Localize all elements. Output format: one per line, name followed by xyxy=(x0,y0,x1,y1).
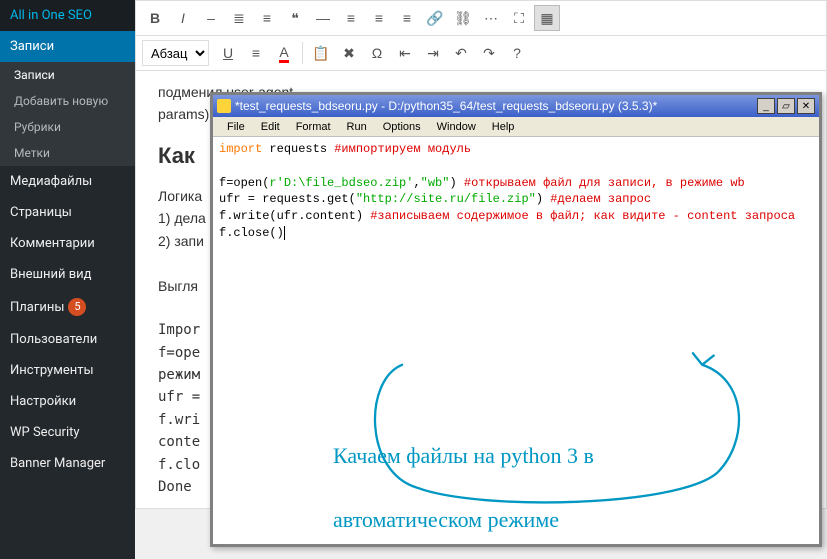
menu-help[interactable]: Help xyxy=(484,121,523,133)
paste-text-icon: 📋 xyxy=(312,45,329,62)
menu-edit[interactable]: Edit xyxy=(253,121,288,133)
sidebar-item-media[interactable]: Медиафайлы xyxy=(0,166,135,197)
undo-icon: ↶ xyxy=(455,45,467,62)
italic-button[interactable]: I xyxy=(170,5,196,31)
sidebar-item-banner[interactable]: Banner Manager xyxy=(0,448,135,479)
link-button[interactable]: 🔗 xyxy=(422,5,448,31)
text-color-icon: A xyxy=(279,44,288,63)
close-button[interactable]: ✕ xyxy=(797,98,815,114)
sidebar-item-pages[interactable]: Страницы xyxy=(0,197,135,228)
sidebar-item-settings[interactable]: Настройки xyxy=(0,386,135,417)
hr-button[interactable]: — xyxy=(310,5,336,31)
align-right-icon: ≡ xyxy=(403,10,411,26)
underline-button[interactable]: U xyxy=(215,40,241,66)
bold-button[interactable]: B xyxy=(142,5,168,31)
annotation-text-2: автоматическом режиме xyxy=(333,505,594,536)
toolbar-row-1: B I ‒ ≣ ≡ ❝ — ≡ ≡ ≡ 🔗 ⛓ ⋯ ⛶ ▦ xyxy=(136,1,826,36)
plugins-badge: 5 xyxy=(68,298,86,316)
justify-button[interactable]: ≡ xyxy=(243,40,269,66)
underline-icon: U xyxy=(223,45,233,61)
align-center-icon: ≡ xyxy=(375,10,383,26)
toolbar-row-2: Абзац U ≡ A 📋 ✖ Ω ⇤ ⇥ ↶ ↷ ? xyxy=(136,36,826,71)
menu-format[interactable]: Format xyxy=(288,121,339,133)
ol-icon: ≡ xyxy=(263,10,271,26)
handwritten-annotation: Качаем файлы на python 3 в автоматическо… xyxy=(253,317,773,517)
unlink-icon: ⛓ xyxy=(454,10,472,27)
clear-format-icon: ✖ xyxy=(343,45,355,62)
sidebar-sub-posts[interactable]: Записи xyxy=(0,62,135,88)
sidebar-item-comments[interactable]: Комментарии xyxy=(0,228,135,259)
menu-file[interactable]: File xyxy=(219,121,253,133)
more-button[interactable]: ⋯ xyxy=(478,5,504,31)
align-left-button[interactable]: ≡ xyxy=(338,5,364,31)
python-editor-window: *test_requests_bdseoru.py - D:/python35_… xyxy=(210,92,822,547)
sidebar-sub-categories[interactable]: Рубрики xyxy=(0,114,135,140)
quote-button[interactable]: ❝ xyxy=(282,5,308,31)
hr-icon: — xyxy=(316,10,330,26)
more-icon: ⋯ xyxy=(484,10,498,27)
code-area[interactable]: import requests #импортируем модуль f=op… xyxy=(213,137,819,544)
menu-options[interactable]: Options xyxy=(375,121,429,133)
editor-menubar: File Edit Format Run Options Window Help xyxy=(213,117,819,137)
indent-button[interactable]: ⇥ xyxy=(420,40,446,66)
help-button[interactable]: ? xyxy=(504,40,530,66)
char-button[interactable]: Ω xyxy=(364,40,390,66)
toolbar-separator xyxy=(302,42,303,64)
unlink-button[interactable]: ⛓ xyxy=(450,5,476,31)
align-right-button[interactable]: ≡ xyxy=(394,5,420,31)
indent-icon: ⇥ xyxy=(427,45,439,62)
menu-window[interactable]: Window xyxy=(429,121,484,133)
outdent-button[interactable]: ⇤ xyxy=(392,40,418,66)
ul-icon: ≣ xyxy=(233,10,245,27)
clear-format-button[interactable]: ✖ xyxy=(336,40,362,66)
python-icon xyxy=(217,99,231,113)
sidebar-sub-tags[interactable]: Метки xyxy=(0,140,135,166)
link-icon: 🔗 xyxy=(426,10,443,27)
quote-icon: ❝ xyxy=(291,10,299,27)
sidebar-item-appearance[interactable]: Внешний вид xyxy=(0,259,135,290)
align-center-button[interactable]: ≡ xyxy=(366,5,392,31)
sidebar-item-users[interactable]: Пользователи xyxy=(0,324,135,355)
annotation-text-1: Качаем файлы на python 3 в xyxy=(333,441,594,472)
justify-icon: ≡ xyxy=(252,45,260,61)
sidebar-item-plugins[interactable]: Плагины5 xyxy=(0,290,135,324)
editor-titlebar[interactable]: *test_requests_bdseoru.py - D:/python35_… xyxy=(213,95,819,117)
text-color-button[interactable]: A xyxy=(271,40,297,66)
char-icon: Ω xyxy=(372,45,382,61)
sidebar-sub-add-new[interactable]: Добавить новую xyxy=(0,88,135,114)
redo-button[interactable]: ↷ xyxy=(476,40,502,66)
strike-icon: ‒ xyxy=(207,10,215,26)
sidebar-item-wpsecurity[interactable]: WP Security xyxy=(0,417,135,448)
admin-sidebar: All in One SEO Записи Записи Добавить но… xyxy=(0,0,135,559)
format-select[interactable]: Абзац xyxy=(142,40,209,66)
undo-button[interactable]: ↶ xyxy=(448,40,474,66)
menu-run[interactable]: Run xyxy=(339,121,375,133)
fullscreen-button[interactable]: ⛶ xyxy=(506,5,532,31)
strike-button[interactable]: ‒ xyxy=(198,5,224,31)
sidebar-item-posts[interactable]: Записи xyxy=(0,31,135,62)
toolbar-toggle-button[interactable]: ▦ xyxy=(534,5,560,31)
toolbar-toggle-icon: ▦ xyxy=(540,10,553,27)
redo-icon: ↷ xyxy=(483,45,495,62)
ul-button[interactable]: ≣ xyxy=(226,5,252,31)
outdent-icon: ⇤ xyxy=(399,45,411,62)
sidebar-item-tools[interactable]: Инструменты xyxy=(0,355,135,386)
sidebar-item-seo[interactable]: All in One SEO xyxy=(0,0,135,31)
minimize-button[interactable]: _ xyxy=(757,98,775,114)
help-icon: ? xyxy=(513,45,521,61)
align-left-icon: ≡ xyxy=(347,10,355,26)
maximize-button[interactable]: ▱ xyxy=(777,98,795,114)
fullscreen-icon: ⛶ xyxy=(514,10,524,27)
ol-button[interactable]: ≡ xyxy=(254,5,280,31)
editor-title: *test_requests_bdseoru.py - D:/python35_… xyxy=(235,99,755,113)
paste-text-button[interactable]: 📋 xyxy=(308,40,334,66)
